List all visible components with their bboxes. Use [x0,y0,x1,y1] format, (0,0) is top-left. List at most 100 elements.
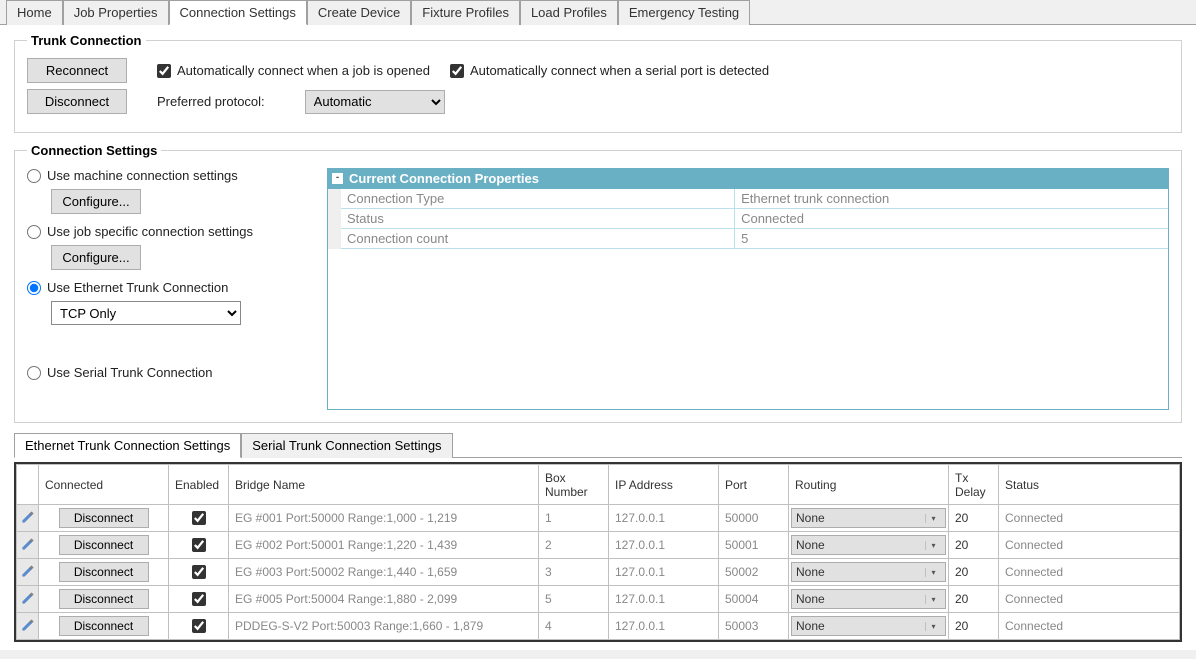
reconnect-button[interactable]: Reconnect [27,58,127,83]
table-row[interactable]: Disconnect EG #003 Port:50002 Range:1,440… [17,559,1180,586]
row-indicator[interactable] [17,505,39,532]
cell-tx-delay[interactable]: 20 [949,613,999,640]
tab-load-profiles[interactable]: Load Profiles [520,0,618,25]
row-disconnect-button[interactable]: Disconnect [59,589,149,609]
tab-connection-settings[interactable]: Connection Settings [169,0,307,25]
tab-serial-trunk[interactable]: Serial Trunk Connection Settings [241,433,452,458]
auto-connect-job-checkbox-wrap[interactable]: Automatically connect when a job is open… [157,63,430,78]
row-indicator[interactable] [17,586,39,613]
cell-tx-delay[interactable]: 20 [949,532,999,559]
cell-port[interactable]: 50004 [719,586,789,613]
cell-box-number[interactable]: 4 [539,613,609,640]
tab-home[interactable]: Home [6,0,63,25]
grid-header-routing[interactable]: Routing [789,465,949,505]
tab-ethernet-trunk[interactable]: Ethernet Trunk Connection Settings [14,433,241,458]
cell-bridge-name[interactable]: EG #005 Port:50004 Range:1,880 - 2,099 [229,586,539,613]
routing-dropdown[interactable]: None▾ [791,508,946,528]
cell-bridge-name[interactable]: EG #003 Port:50002 Range:1,440 - 1,659 [229,559,539,586]
routing-dropdown[interactable]: None▾ [791,562,946,582]
row-enabled-checkbox[interactable] [192,592,206,606]
radio-job[interactable] [27,225,41,239]
grid-header-box[interactable]: Box Number [539,465,609,505]
table-row[interactable]: Disconnect EG #002 Port:50001 Range:1,220… [17,532,1180,559]
auto-connect-serial-checkbox[interactable] [450,64,464,78]
row-indicator[interactable] [17,559,39,586]
grid-header-enabled[interactable]: Enabled [169,465,229,505]
cell-status: Connected [999,505,1180,532]
radio-serial-row[interactable]: Use Serial Trunk Connection [27,365,317,380]
cell-enabled [169,505,229,532]
radio-serial[interactable] [27,366,41,380]
grid-header-status[interactable]: Status [999,465,1180,505]
cell-enabled [169,559,229,586]
cell-ip[interactable]: 127.0.0.1 [609,505,719,532]
row-indicator[interactable] [17,532,39,559]
tab-job-properties[interactable]: Job Properties [63,0,169,25]
tab-create-device[interactable]: Create Device [307,0,411,25]
cell-enabled [169,613,229,640]
auto-connect-serial-checkbox-wrap[interactable]: Automatically connect when a serial port… [450,63,769,78]
radio-serial-label: Use Serial Trunk Connection [47,365,212,380]
configure-job-button[interactable]: Configure... [51,245,141,270]
grid-header-bridge[interactable]: Bridge Name [229,465,539,505]
cell-ip[interactable]: 127.0.0.1 [609,586,719,613]
row-enabled-checkbox[interactable] [192,538,206,552]
edit-icon [21,564,35,578]
prop-val: 5 [735,229,1168,249]
row-disconnect-button[interactable]: Disconnect [59,616,149,636]
ethernet-mode-select[interactable]: TCP Only [51,301,241,325]
cell-port[interactable]: 50002 [719,559,789,586]
grid-header-tx[interactable]: Tx Delay [949,465,999,505]
cell-bridge-name[interactable]: EG #002 Port:50001 Range:1,220 - 1,439 [229,532,539,559]
preferred-protocol-select[interactable]: Automatic [305,90,445,114]
row-enabled-checkbox[interactable] [192,511,206,525]
cell-box-number[interactable]: 5 [539,586,609,613]
routing-dropdown[interactable]: None▾ [791,589,946,609]
grid-header-ip[interactable]: IP Address [609,465,719,505]
radio-machine-label: Use machine connection settings [47,168,238,183]
cell-port[interactable]: 50001 [719,532,789,559]
row-enabled-checkbox[interactable] [192,565,206,579]
row-indicator[interactable] [17,613,39,640]
cell-box-number[interactable]: 3 [539,559,609,586]
cell-tx-delay[interactable]: 20 [949,559,999,586]
disconnect-button[interactable]: Disconnect [27,89,127,114]
table-row[interactable]: Disconnect EG #005 Port:50004 Range:1,880… [17,586,1180,613]
routing-dropdown[interactable]: None▾ [791,616,946,636]
row-disconnect-button[interactable]: Disconnect [59,508,149,528]
collapse-icon[interactable]: - [332,173,343,184]
cell-port[interactable]: 50003 [719,613,789,640]
radio-ethernet-row[interactable]: Use Ethernet Trunk Connection [27,280,317,295]
chevron-down-icon: ▾ [925,568,941,577]
grid-header-connected[interactable]: Connected [39,465,169,505]
auto-connect-job-checkbox[interactable] [157,64,171,78]
radio-ethernet[interactable] [27,281,41,295]
tab-emergency-testing[interactable]: Emergency Testing [618,0,750,25]
cell-status: Connected [999,613,1180,640]
radio-machine[interactable] [27,169,41,183]
row-enabled-checkbox[interactable] [192,619,206,633]
row-disconnect-button[interactable]: Disconnect [59,562,149,582]
configure-machine-button[interactable]: Configure... [51,189,141,214]
cell-ip[interactable]: 127.0.0.1 [609,559,719,586]
cell-tx-delay[interactable]: 20 [949,505,999,532]
edit-icon [21,537,35,551]
cell-ip[interactable]: 127.0.0.1 [609,613,719,640]
tab-fixture-profiles[interactable]: Fixture Profiles [411,0,520,25]
table-row[interactable]: Disconnect PDDEG-S-V2 Port:50003 Range:1,… [17,613,1180,640]
row-disconnect-button[interactable]: Disconnect [59,535,149,555]
routing-dropdown[interactable]: None▾ [791,535,946,555]
cell-bridge-name[interactable]: EG #001 Port:50000 Range:1,000 - 1,219 [229,505,539,532]
cell-ip[interactable]: 127.0.0.1 [609,532,719,559]
radio-job-row[interactable]: Use job specific connection settings [27,224,317,239]
cell-box-number[interactable]: 2 [539,532,609,559]
table-row[interactable]: Disconnect EG #001 Port:50000 Range:1,000… [17,505,1180,532]
cell-port[interactable]: 50000 [719,505,789,532]
cell-enabled [169,532,229,559]
radio-machine-row[interactable]: Use machine connection settings [27,168,317,183]
auto-connect-job-label: Automatically connect when a job is open… [177,63,430,78]
cell-box-number[interactable]: 1 [539,505,609,532]
cell-tx-delay[interactable]: 20 [949,586,999,613]
cell-bridge-name[interactable]: PDDEG-S-V2 Port:50003 Range:1,660 - 1,87… [229,613,539,640]
grid-header-port[interactable]: Port [719,465,789,505]
